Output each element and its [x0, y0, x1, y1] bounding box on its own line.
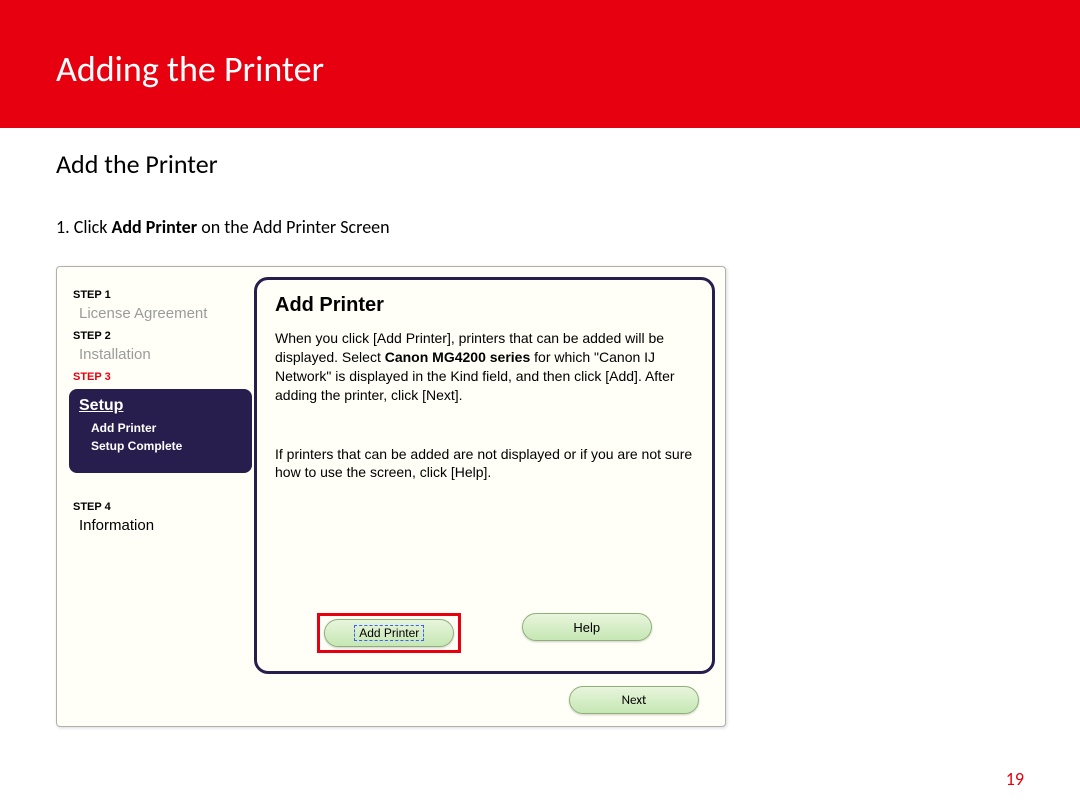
add-printer-label: Add Printer [354, 625, 424, 641]
installer-screenshot: STEP 1 License Agreement STEP 2 Installa… [56, 266, 726, 727]
next-row: Next [63, 678, 719, 714]
instruction-bold: Add Printer [111, 216, 197, 238]
panel-text-1: When you click [Add Printer], printers t… [275, 329, 694, 405]
step-sidebar: STEP 1 License Agreement STEP 2 Installa… [63, 273, 248, 678]
step2-label: STEP 2 [73, 330, 238, 342]
step1-label: STEP 1 [73, 289, 238, 301]
step3-sub-add-printer: Add Printer [79, 419, 242, 437]
step4-label: STEP 4 [73, 501, 238, 513]
add-printer-button[interactable]: Add Printer [324, 619, 454, 647]
page-number: 19 [1006, 768, 1024, 790]
next-button[interactable]: Next [569, 686, 699, 714]
step4-title: Information [73, 517, 238, 534]
step3-block: Setup Add Printer Setup Complete [69, 389, 252, 473]
content-area: Add the Printer 1. Click Add Printer on … [0, 128, 1080, 727]
instruction-line: 1. Click Add Printer on the Add Printer … [56, 216, 1024, 238]
panel-title: Add Printer [275, 294, 694, 317]
step1-title: License Agreement [73, 305, 238, 322]
document-page: Adding the Printer Add the Printer 1. Cl… [0, 0, 1080, 810]
main-panel: Add Printer When you click [Add Printer]… [254, 277, 715, 674]
panel-text-1-bold: Canon MG4200 series [385, 349, 531, 365]
panel-text-2: If printers that can be added are not di… [275, 445, 694, 483]
header-band: Adding the Printer [0, 0, 1080, 128]
help-button[interactable]: Help [522, 613, 652, 641]
page-title: Adding the Printer [56, 47, 324, 91]
step3-title: Setup [79, 397, 242, 415]
add-printer-highlight: Add Printer [317, 613, 461, 653]
step3-sub-setup-complete: Setup Complete [79, 437, 242, 455]
installer-body: STEP 1 License Agreement STEP 2 Installa… [63, 273, 719, 678]
instruction-suffix: on the Add Printer Screen [197, 216, 389, 238]
step2-title: Installation [73, 346, 238, 363]
panel-buttons-row: Add Printer Help [287, 613, 682, 653]
section-heading: Add the Printer [56, 148, 1024, 180]
step3-label: STEP 3 [73, 371, 238, 383]
instruction-prefix: 1. Click [56, 216, 111, 238]
